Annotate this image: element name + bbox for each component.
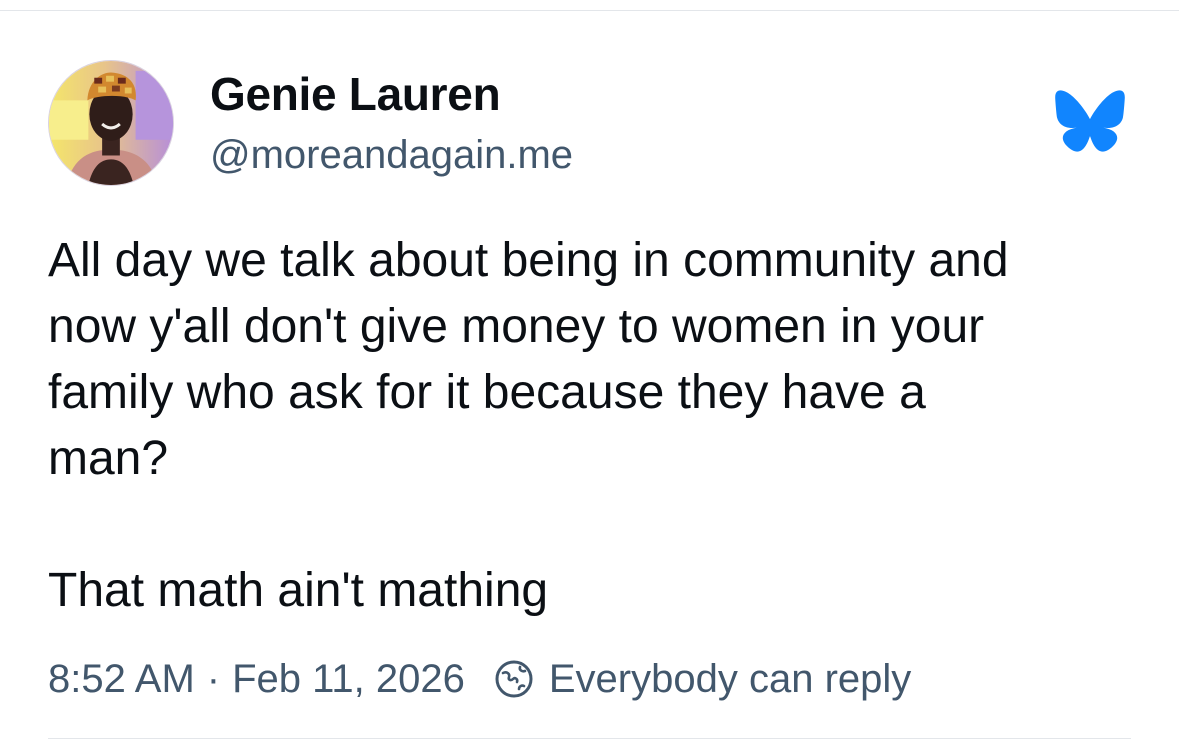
butterfly-icon[interactable]	[1054, 88, 1126, 154]
post-text-line: now y'all don't give money to women in y…	[48, 300, 985, 353]
bottom-divider	[48, 738, 1131, 739]
reply-setting[interactable]: Everybody can reply	[549, 657, 911, 702]
post-text-line: family who ask for it because they have …	[48, 366, 926, 419]
meta-separator: ·	[206, 656, 221, 701]
post-text-line: man?	[48, 432, 169, 485]
post-text-line: That math ain't mathing	[48, 564, 549, 617]
post-date[interactable]: Feb 11, 2026	[232, 657, 465, 702]
post-meta: 8:52 AM · Feb 11, 2026 Everybody can rep…	[48, 652, 911, 706]
top-divider	[0, 10, 1179, 11]
post-text: All day we talk about being in community…	[48, 228, 1138, 624]
avatar[interactable]	[48, 60, 174, 186]
globe-icon	[493, 658, 535, 700]
post-time[interactable]: 8:52 AM	[48, 657, 195, 702]
author-display-name[interactable]: Genie Lauren	[210, 68, 501, 120]
author-handle[interactable]: @moreandagain.me	[210, 132, 573, 178]
post-text-line: All day we talk about being in community…	[48, 234, 1009, 287]
profile-photo-icon	[49, 61, 173, 185]
